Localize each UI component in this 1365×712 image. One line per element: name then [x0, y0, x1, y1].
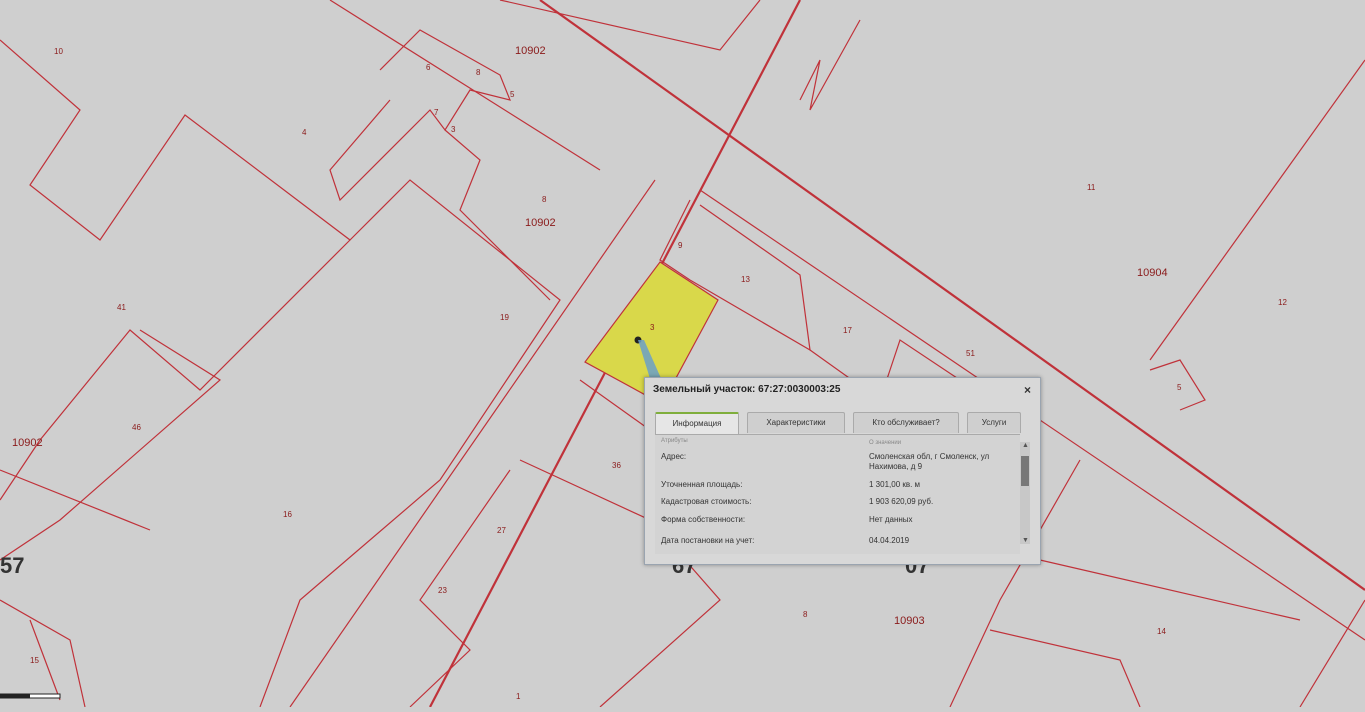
parcel-number: 46 [132, 423, 141, 432]
popup-title: Земельный участок: 67:27:0030003:25 [653, 384, 841, 395]
parcel-number: 10 [54, 47, 63, 56]
row-value: 1 301,00 кв. м [869, 480, 921, 489]
parcel-number: 19 [500, 313, 509, 322]
parcel-number: 41 [117, 303, 126, 312]
cadastral-map[interactable]: 10902 10902 10904 10903 10902 57 07 67 1… [0, 0, 1365, 707]
quarter-label: 10902 [12, 437, 43, 449]
quarter-label: 10904 [1137, 267, 1168, 279]
row-value: 1 903 620,09 руб. [869, 497, 934, 506]
parcel-number: 15 [30, 656, 39, 665]
cadastral-district-label: 57 [0, 553, 24, 578]
tab-characteristics[interactable]: Характеристики [747, 412, 845, 433]
tab-who-serves[interactable]: Кто обслуживает? [853, 412, 959, 433]
table-header-attribute: Атрибуты [661, 438, 688, 444]
parcel-number: 8 [542, 195, 547, 204]
tab-information[interactable]: Информация [655, 412, 739, 434]
parcel-number: 7 [434, 108, 439, 117]
scrollbar-thumb[interactable] [1021, 456, 1029, 486]
parcel-number: 51 [966, 349, 975, 358]
parcel-number: 4 [302, 128, 307, 137]
table-header-value: О значении [869, 440, 902, 446]
close-icon[interactable]: × [1024, 383, 1031, 397]
parcel-number: 6 [426, 63, 431, 72]
parcel-number: 36 [612, 461, 621, 470]
scroll-up-icon[interactable]: ▲ [1022, 442, 1029, 449]
quarter-label: 10902 [525, 217, 556, 229]
parcel-number: 8 [803, 610, 808, 619]
parcel-number: 9 [678, 241, 683, 250]
row-key: Дата постановки на учет: [661, 536, 755, 545]
popup-scrollbar[interactable]: ▲ ▼ [1020, 442, 1030, 544]
parcel-number: 3 [451, 125, 456, 134]
parcel-number: 16 [283, 510, 292, 519]
row-value: 04.04.2019 [869, 536, 910, 545]
parcel-number: 13 [741, 275, 750, 284]
parcel-info-popup[interactable]: Земельный участок: 67:27:0030003:25 × Ин… [644, 377, 1041, 565]
parcel-number: 14 [1157, 627, 1166, 636]
row-key: Адрес: [661, 452, 687, 461]
parcel-number: 11 [1087, 183, 1096, 192]
parcel-number: 8 [476, 68, 481, 77]
parcel-number: 27 [497, 526, 506, 535]
scroll-down-icon[interactable]: ▼ [1022, 537, 1029, 544]
parcel-number: 1 [516, 692, 521, 701]
parcel-number: 12 [1278, 298, 1287, 307]
parcel-number: 17 [843, 326, 852, 335]
popup-tabs: Информация Характеристики Кто обслуживае… [655, 412, 1032, 434]
parcel-number: 5 [1177, 383, 1182, 392]
parcel-number: 23 [438, 586, 447, 595]
popup-info-table: Атрибуты О значении Адрес: Смоленская об… [655, 434, 1020, 554]
quarter-label: 10903 [894, 615, 925, 627]
row-key: Уточненная площадь: [661, 480, 743, 489]
tab-services[interactable]: Услуги [967, 412, 1021, 433]
row-key: Форма собственности: [661, 515, 746, 524]
scale-bar [0, 690, 70, 707]
parcel-number: 5 [510, 90, 515, 99]
parcel-number: 3 [650, 323, 655, 332]
row-value: Смоленская обл, г Смоленск, ул Нахимова,… [869, 452, 990, 471]
row-value: Нет данных [869, 515, 913, 524]
quarter-label: 10902 [515, 45, 546, 57]
row-key: Кадастровая стоимость: [661, 497, 752, 506]
